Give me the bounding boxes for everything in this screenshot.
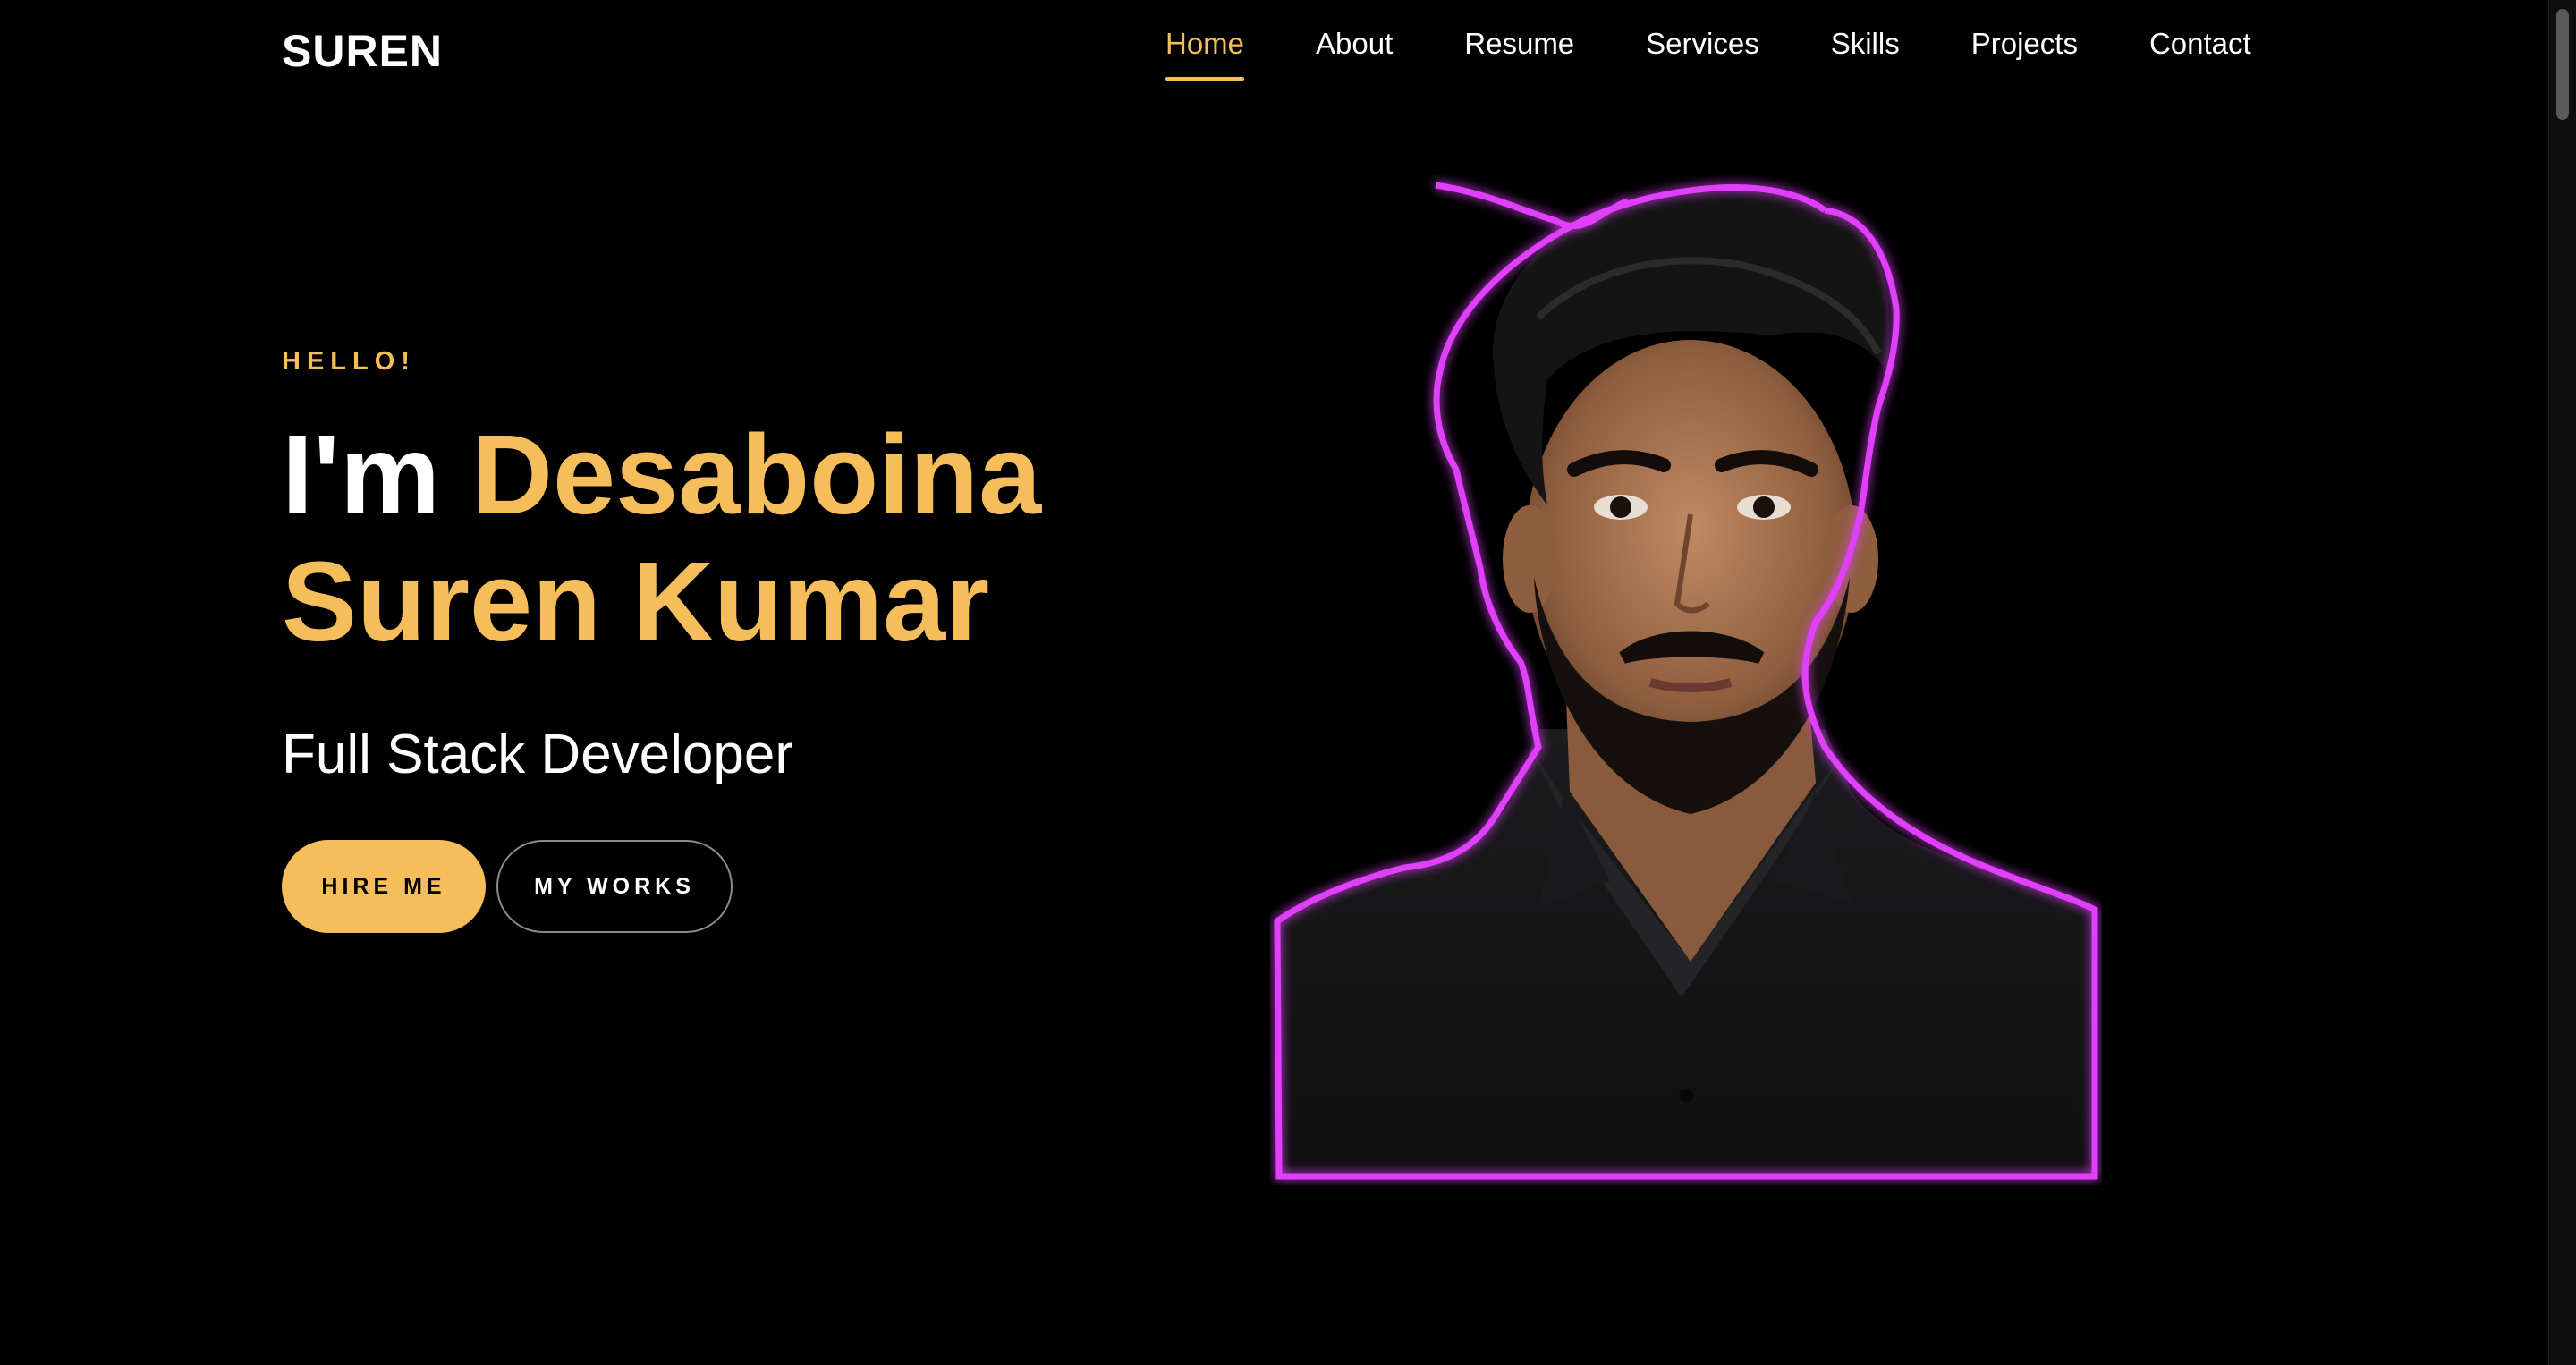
nav-item-contact[interactable]: Contact <box>2149 27 2251 61</box>
hero-name-second: Suren Kumar <box>282 538 990 665</box>
hero-headline: I'm Desaboina Suren Kumar <box>282 411 1176 666</box>
main-nav: Home About Resume Services Skills Projec… <box>1165 27 2251 81</box>
nav-item-services[interactable]: Services <box>1646 27 1759 61</box>
scrollbar-thumb[interactable] <box>2556 9 2569 120</box>
nav-item-resume[interactable]: Resume <box>1464 27 1574 61</box>
brand-logo[interactable]: SUREN <box>282 25 443 77</box>
scrollbar[interactable] <box>2548 0 2576 1365</box>
page: SUREN Home About Resume Services Skills … <box>0 0 2576 1365</box>
hire-me-button[interactable]: HIRE ME <box>282 840 486 933</box>
nav-item-about[interactable]: About <box>1316 27 1393 61</box>
hero-name-first: Desaboina <box>471 411 1042 538</box>
my-works-button[interactable]: MY WORKS <box>496 840 733 933</box>
hero-role: Full Stack Developer <box>282 724 794 785</box>
nav-item-projects[interactable]: Projects <box>1971 27 2078 61</box>
hero-greeting: HELLO! <box>282 347 416 376</box>
nav-item-skills[interactable]: Skills <box>1831 27 1900 61</box>
profile-photo <box>1274 182 2098 1180</box>
hero-intro: I'm <box>282 411 472 538</box>
nav-item-home[interactable]: Home <box>1165 27 1245 81</box>
